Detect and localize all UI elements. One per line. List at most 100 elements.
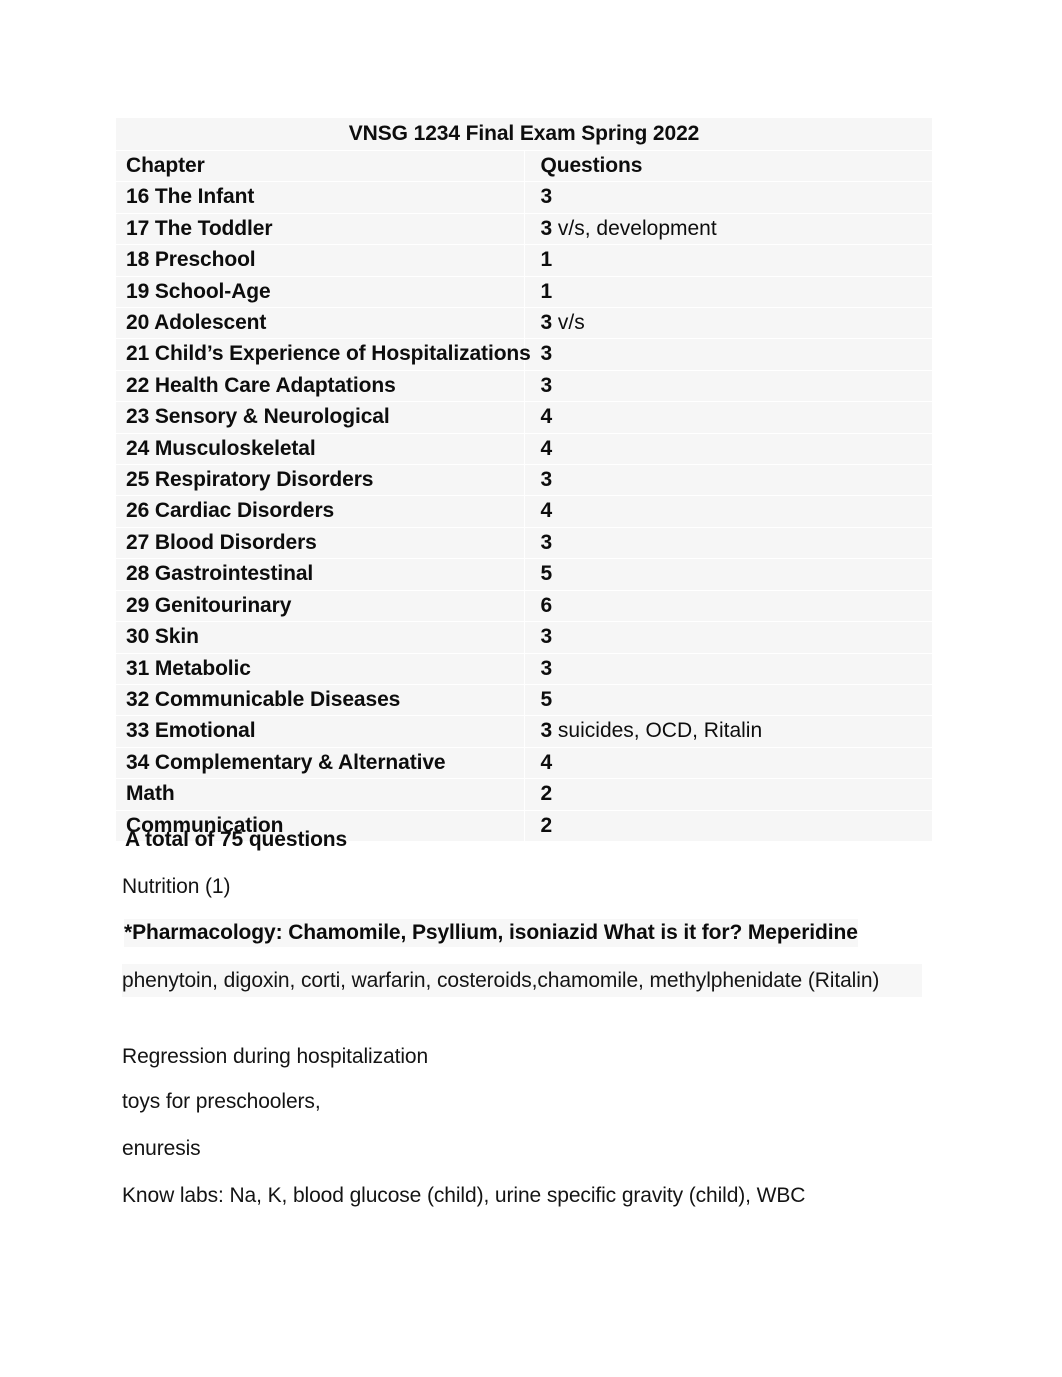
note-labs: Know labs: Na, K, blood glucose (child),… xyxy=(122,1184,806,1207)
chapter-cell: 21 Child’s Experience of Hospitalization… xyxy=(115,338,531,371)
question-count: 3 xyxy=(540,625,553,649)
question-count: 5 xyxy=(540,562,553,586)
question-count: 6 xyxy=(540,593,553,617)
questions-cell: 4 xyxy=(523,746,933,780)
table-row: 21 Child’s Experience of Hospitalization… xyxy=(115,338,933,371)
column-header-questions: Questions xyxy=(523,149,933,183)
table-header-row: Chapter Questions xyxy=(115,149,933,183)
question-count: 3 xyxy=(540,216,553,240)
question-count: 4 xyxy=(540,499,553,523)
questions-cell: 3 xyxy=(523,652,933,685)
table-row: 31 Metabolic 3 xyxy=(115,652,933,685)
question-count: 2 xyxy=(540,813,553,837)
chapter-cell: 16 The Infant xyxy=(115,181,525,214)
table-row: 17 The Toddler 3 v/s, development xyxy=(115,212,933,246)
questions-cell: 4 xyxy=(523,432,933,466)
chapter-cell: 17 The Toddler xyxy=(115,212,525,246)
questions-cell: 3 xyxy=(523,338,933,371)
note-pharmacology: *Pharmacology: Chamomile, Psyllium, ison… xyxy=(124,919,858,947)
note-regression: Regression during hospitalization xyxy=(122,1045,429,1068)
questions-cell: 5 xyxy=(523,558,933,591)
chapter-cell: 25 Respiratory Disorders xyxy=(115,464,525,497)
chapter-cell: 30 Skin xyxy=(115,621,525,654)
note-enuresis: enuresis xyxy=(122,1137,201,1160)
chapter-cell: 34 Complementary & Alternative xyxy=(115,746,525,780)
question-count: 4 xyxy=(540,750,553,774)
question-note: v/s xyxy=(552,311,585,335)
document-title: VNSG 1234 Final Exam Spring 2022 xyxy=(115,117,933,151)
questions-cell: 2 xyxy=(523,778,933,811)
table-row: Math 2 xyxy=(115,778,933,811)
questions-cell: 3 suicides, OCD, Ritalin xyxy=(523,715,933,748)
note-toys: toys for preschoolers, xyxy=(122,1090,321,1113)
table-row: 33 Emotional 3 suicides, OCD, Ritalin xyxy=(115,715,933,748)
question-count: 3 xyxy=(540,311,553,335)
questions-cell: 6 xyxy=(523,589,933,623)
chapter-cell: Math xyxy=(115,778,525,811)
table-body: VNSG 1234 Final Exam Spring 2022 Chapter… xyxy=(115,117,933,842)
total-questions-line: A total of 75 questions xyxy=(125,828,348,851)
chapter-cell: 32 Communicable Diseases xyxy=(115,683,525,717)
table-row: 23 Sensory & Neurological 4 xyxy=(115,401,933,434)
table-row: 28 Gastrointestinal 5 xyxy=(115,558,933,591)
table-row: 34 Complementary & Alternative 4 xyxy=(115,746,933,780)
column-header-chapter: Chapter xyxy=(115,149,525,183)
table-row: 16 The Infant 3 xyxy=(115,181,933,214)
question-note: v/s, development xyxy=(552,216,717,240)
question-count: 3 xyxy=(540,656,553,680)
chapter-cell: 23 Sensory & Neurological xyxy=(115,401,525,434)
note-nutrition: Nutrition (1) xyxy=(122,875,231,898)
chapter-cell: 28 Gastrointestinal xyxy=(115,558,525,591)
question-count: 3 xyxy=(540,719,553,743)
table-row: 29 Genitourinary 6 xyxy=(115,589,933,623)
question-count: 1 xyxy=(540,279,553,303)
questions-cell: 1 xyxy=(523,244,933,277)
question-count: 1 xyxy=(540,248,553,272)
question-count: 3 xyxy=(540,373,553,397)
chapter-cell: 31 Metabolic xyxy=(115,652,525,685)
question-note: suicides, OCD, Ritalin xyxy=(552,719,763,743)
table-row: 27 Blood Disorders 3 xyxy=(115,526,933,560)
question-count: 3 xyxy=(540,530,553,554)
exam-breakdown-table: VNSG 1234 Final Exam Spring 2022 Chapter… xyxy=(115,117,933,842)
table-title-row: VNSG 1234 Final Exam Spring 2022 xyxy=(115,117,933,151)
chapter-cell: 27 Blood Disorders xyxy=(115,526,525,560)
table-row: 24 Musculoskeletal 4 xyxy=(115,432,933,466)
table-row: 20 Adolescent 3 v/s xyxy=(115,307,933,340)
question-count: 4 xyxy=(540,436,553,460)
note-medications: phenytoin, digoxin, corti, warfarin, cos… xyxy=(122,964,922,997)
table-row: 19 School-Age 1 xyxy=(115,275,933,309)
chapter-cell: 26 Cardiac Disorders xyxy=(115,495,525,528)
questions-cell: 3 xyxy=(523,464,933,497)
questions-cell: 4 xyxy=(523,495,933,528)
chapter-cell: 24 Musculoskeletal xyxy=(115,432,525,466)
questions-cell: 3 v/s xyxy=(523,307,933,340)
chapter-cell: 18 Preschool xyxy=(115,244,525,277)
questions-cell: 3 xyxy=(523,369,933,403)
questions-cell: 1 xyxy=(523,275,933,309)
chapter-cell: 19 School-Age xyxy=(115,275,525,309)
questions-cell: 3 xyxy=(523,181,933,214)
question-count: 3 xyxy=(540,342,553,366)
questions-cell: 3 xyxy=(523,526,933,560)
questions-cell: 2 xyxy=(523,809,933,842)
chapter-cell: 33 Emotional xyxy=(115,715,525,748)
document-page: VNSG 1234 Final Exam Spring 2022 Chapter… xyxy=(0,0,1062,1377)
table-row: 32 Communicable Diseases 5 xyxy=(115,683,933,717)
chapter-cell: 20 Adolescent xyxy=(115,307,525,340)
questions-cell: 3 v/s, development xyxy=(523,212,933,246)
question-count: 3 xyxy=(540,468,553,492)
chapter-cell: 29 Genitourinary xyxy=(115,589,525,623)
question-count: 2 xyxy=(540,782,553,806)
table-row: 25 Respiratory Disorders 3 xyxy=(115,464,933,497)
table-row: 18 Preschool 1 xyxy=(115,244,933,277)
questions-cell: 3 xyxy=(523,621,933,654)
table-row: 26 Cardiac Disorders 4 xyxy=(115,495,933,528)
question-count: 3 xyxy=(540,185,553,209)
questions-cell: 4 xyxy=(523,401,933,434)
questions-cell: 5 xyxy=(523,683,933,717)
table-row: 30 Skin 3 xyxy=(115,621,933,654)
table-row: 22 Health Care Adaptations 3 xyxy=(115,369,933,403)
chapter-cell: 22 Health Care Adaptations xyxy=(115,369,525,403)
question-count: 5 xyxy=(540,687,553,711)
